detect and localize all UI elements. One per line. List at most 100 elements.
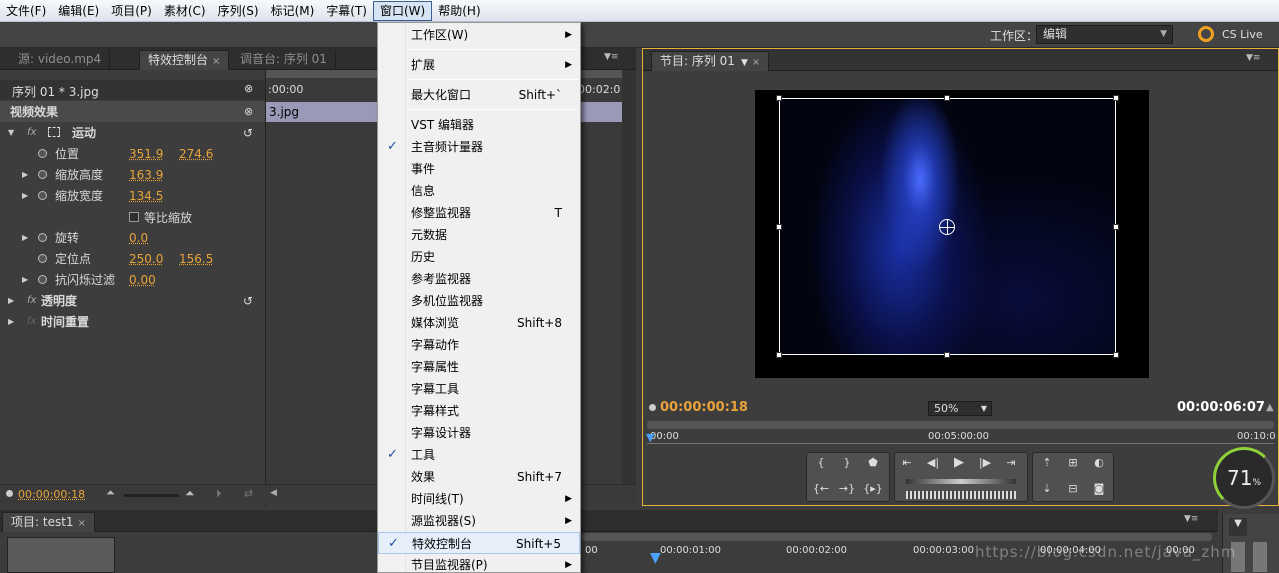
lift-icon[interactable]: ⇡ <box>1034 453 1060 473</box>
scale-height-value[interactable]: 163.9 <box>129 168 163 182</box>
menu-item[interactable]: 字幕动作 <box>378 334 580 356</box>
play-in-to-out-icon[interactable]: {▸} <box>860 479 886 499</box>
stopwatch-icon[interactable] <box>38 191 47 200</box>
close-icon[interactable]: × <box>752 57 760 68</box>
transform-handle[interactable] <box>944 352 950 358</box>
tools-menu-icon[interactable]: ▼ <box>1229 518 1247 536</box>
menu-item[interactable]: 效果 Shift+7 <box>378 466 580 488</box>
zoom-out-icon[interactable]: ⏶ <box>106 486 115 500</box>
uniform-scale-checkbox[interactable] <box>129 212 139 222</box>
go-to-out-icon[interactable]: →} <box>834 479 860 499</box>
menu-marker[interactable]: 标记(M) <box>265 1 321 21</box>
marker-icon[interactable]: ⬟ <box>860 453 886 473</box>
menu-item[interactable]: 信息 <box>378 180 580 202</box>
prev-edit-icon[interactable]: ⇤ <box>894 453 920 473</box>
stopwatch-icon[interactable] <box>38 233 47 242</box>
menu-item[interactable]: 参考监视器 <box>378 268 580 290</box>
menu-title[interactable]: 字幕(T) <box>320 1 373 21</box>
workspace-select[interactable]: 编辑 ▼ <box>1036 25 1173 44</box>
menu-item[interactable]: 最大化窗口 Shift+` <box>378 84 580 106</box>
menu-item[interactable]: 媒体浏览 Shift+8 <box>378 312 580 334</box>
output-icon[interactable]: ◐ <box>1086 453 1112 473</box>
go-to-clip-icon[interactable]: ⊗ <box>244 82 253 95</box>
stopwatch-icon[interactable] <box>38 170 47 179</box>
program-scroll-bar[interactable] <box>647 421 1274 429</box>
menu-item[interactable]: 源监视器(S) ▶ <box>378 510 580 532</box>
cs-live-button[interactable]: CS Live <box>1198 26 1263 42</box>
extract-icon[interactable]: ⇣ <box>1034 479 1060 499</box>
time-remap-row[interactable]: ▶ fx 时间重置 <box>0 311 265 332</box>
menu-item[interactable]: 字幕设计器 <box>378 422 580 444</box>
motion-row[interactable]: ▼ fx 运动 ↺ <box>0 122 265 143</box>
expand-triangle-icon[interactable]: ▶ <box>22 170 28 179</box>
zoom-slider[interactable] <box>124 494 179 497</box>
effects-current-tc[interactable]: 00:00:00:18 <box>18 488 85 501</box>
transform-handle[interactable] <box>944 95 950 101</box>
program-current-tc[interactable]: 00:00:00:18 <box>660 400 748 415</box>
menu-item[interactable]: 多机位监视器 <box>378 290 580 312</box>
anchor-crosshair-icon[interactable] <box>939 219 955 235</box>
scroll-up-icon[interactable]: ▲ <box>1266 402 1274 413</box>
fx-icon[interactable]: fx <box>27 295 36 306</box>
menu-sequence[interactable]: 序列(S) <box>212 1 265 21</box>
vertical-scrollbar[interactable] <box>622 70 636 490</box>
menu-item[interactable]: 主音频计量器 ✓ <box>378 136 580 158</box>
expand-triangle-icon[interactable]: ▶ <box>22 233 28 242</box>
opacity-row[interactable]: ▶ fx 透明度 ↺ <box>0 290 265 311</box>
close-icon[interactable]: × <box>212 56 220 67</box>
anchor-x-value[interactable]: 250.0 <box>129 252 163 266</box>
timeline-scroll-bar[interactable] <box>582 533 1212 541</box>
shuttle-slider[interactable] <box>906 479 1016 484</box>
anchor-y-value[interactable]: 156.5 <box>179 252 213 266</box>
transform-handle[interactable] <box>776 352 782 358</box>
scroll-left-icon[interactable]: ◀ <box>270 488 277 498</box>
collapse-icon[interactable]: ⊗ <box>244 105 253 118</box>
menu-item[interactable]: 特效控制台 Shift+5 ✓ <box>378 532 580 554</box>
transform-handle[interactable] <box>776 95 782 101</box>
menu-item[interactable]: 事件 <box>378 158 580 180</box>
position-x-value[interactable]: 351.9 <box>129 147 163 161</box>
chevron-down-icon[interactable]: ▼ <box>741 58 748 68</box>
reset-icon[interactable]: ↺ <box>243 294 253 308</box>
expand-triangle-icon[interactable]: ▶ <box>22 275 28 284</box>
reset-icon[interactable]: ↺ <box>243 126 253 140</box>
panel-menu-icon[interactable]: ▼≡ <box>1246 53 1260 63</box>
scale-width-value[interactable]: 134.5 <box>129 189 163 203</box>
tab-program[interactable]: 节目: 序列 01 ▼ × <box>651 51 770 71</box>
safe-margins-icon[interactable]: ⊞ <box>1060 453 1086 473</box>
antiflicker-value[interactable]: 0.00 <box>129 273 156 287</box>
zoom-in-icon[interactable]: ⏶ <box>185 486 195 501</box>
expand-triangle-icon[interactable]: ▶ <box>8 296 14 305</box>
step-back-icon[interactable]: ◀| <box>920 453 946 473</box>
menu-item[interactable]: 扩展 ▶ <box>378 54 580 76</box>
tab-source[interactable]: 源: video.mp4 <box>10 50 111 70</box>
menu-item[interactable]: 字幕样式 <box>378 400 580 422</box>
play-icon[interactable]: ▶ <box>946 453 972 473</box>
step-forward-icon[interactable]: |▶ <box>972 453 998 473</box>
menu-item[interactable]: 元数据 <box>378 224 580 246</box>
playhead-icon[interactable]: ▼ <box>646 431 654 444</box>
camera-icon[interactable]: ◙ <box>1086 479 1112 499</box>
mark-in-icon[interactable]: { <box>808 453 834 473</box>
go-to-in-icon[interactable]: {← <box>808 479 834 499</box>
menu-item[interactable]: 工具 ✓ <box>378 444 580 466</box>
position-y-value[interactable]: 274.6 <box>179 147 213 161</box>
rotation-value[interactable]: 0.0 <box>129 231 148 245</box>
trim-icon[interactable]: ⊟ <box>1060 479 1086 499</box>
close-icon[interactable]: × <box>78 518 86 529</box>
tab-audio-mixer[interactable]: 调音台: 序列 01 <box>232 50 336 70</box>
transform-handle[interactable] <box>776 224 782 230</box>
next-edit-icon[interactable]: ⇥ <box>998 453 1024 473</box>
menu-item[interactable]: 修整监视器 T <box>378 202 580 224</box>
menu-item[interactable]: 时间线(T) ▶ <box>378 488 580 510</box>
zoom-select[interactable]: 50% ▼ <box>928 401 992 416</box>
menu-file[interactable]: 文件(F) <box>0 1 52 21</box>
playhead-icon[interactable]: ▼ <box>650 550 661 566</box>
menu-item[interactable]: VST 编辑器 <box>378 114 580 136</box>
motion-transform-icon[interactable] <box>48 127 60 137</box>
mark-out-icon[interactable]: } <box>834 453 860 473</box>
tab-project[interactable]: 项目: test1 × <box>2 512 95 532</box>
menu-help[interactable]: 帮助(H) <box>432 1 486 21</box>
jog-wheel[interactable] <box>906 491 1016 499</box>
fx-icon[interactable]: fx <box>27 127 36 138</box>
